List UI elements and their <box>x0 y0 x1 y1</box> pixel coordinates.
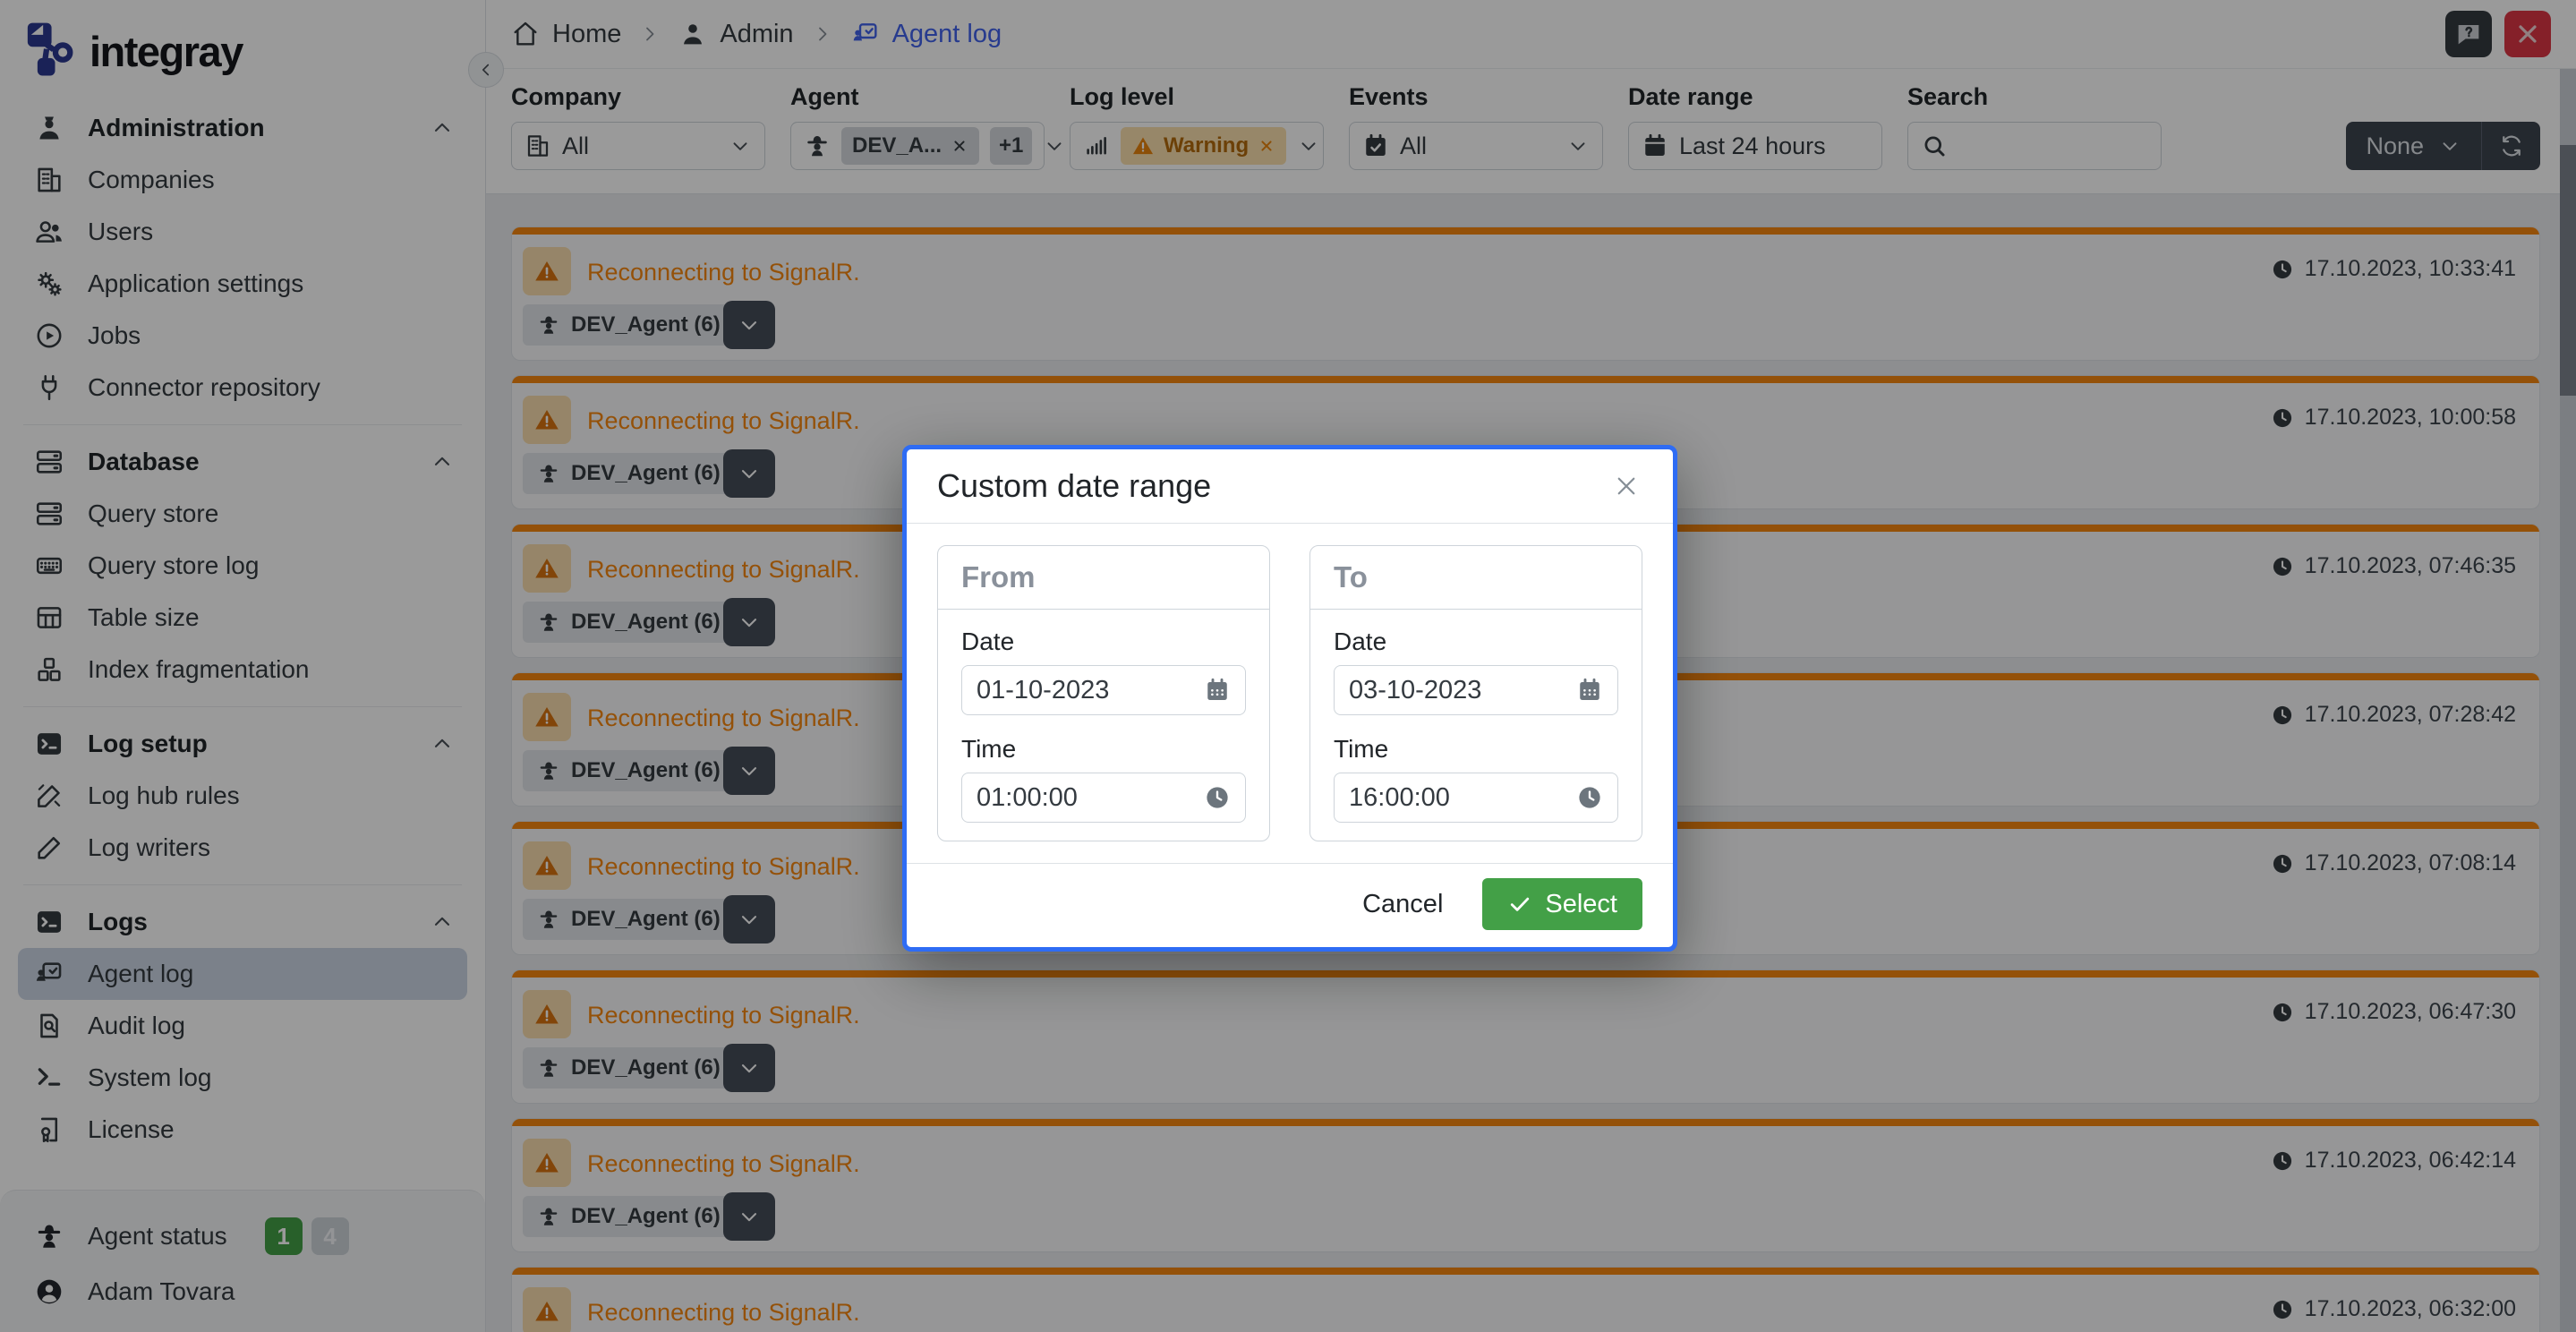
from-date-input[interactable]: 01-10-2023 <box>961 665 1246 715</box>
from-panel: From Date 01-10-2023 Time 01:00:00 <box>937 545 1270 841</box>
calendar-icon[interactable] <box>1204 677 1231 704</box>
clock-icon[interactable] <box>1576 784 1603 811</box>
cancel-button[interactable]: Cancel <box>1362 890 1443 919</box>
close-icon <box>1610 470 1642 502</box>
to-date-label: Date <box>1334 628 1387 655</box>
to-date-input[interactable]: 03-10-2023 <box>1334 665 1618 715</box>
to-header: To <box>1310 546 1642 610</box>
custom-date-range-dialog: Custom date range From Date 01-10-2023 T… <box>902 445 1677 952</box>
to-time-label: Time <box>1334 735 1389 763</box>
from-header: From <box>938 546 1269 610</box>
check-icon <box>1507 892 1532 917</box>
from-date-label: Date <box>961 628 1015 655</box>
dialog-title: Custom date range <box>937 467 1212 504</box>
select-button[interactable]: Select <box>1482 878 1642 930</box>
from-time-label: Time <box>961 735 1017 763</box>
dialog-footer: Cancel Select <box>907 863 1673 948</box>
dialog-body: From Date 01-10-2023 Time 01:00:00 To Da… <box>907 524 1673 863</box>
clock-icon[interactable] <box>1204 784 1231 811</box>
from-time-input[interactable]: 01:00:00 <box>961 773 1246 823</box>
to-time-input[interactable]: 16:00:00 <box>1334 773 1618 823</box>
dialog-header: Custom date range <box>907 449 1673 524</box>
calendar-icon[interactable] <box>1576 677 1603 704</box>
to-panel: To Date 03-10-2023 Time 16:00:00 <box>1309 545 1642 841</box>
dialog-close-button[interactable] <box>1610 470 1642 502</box>
